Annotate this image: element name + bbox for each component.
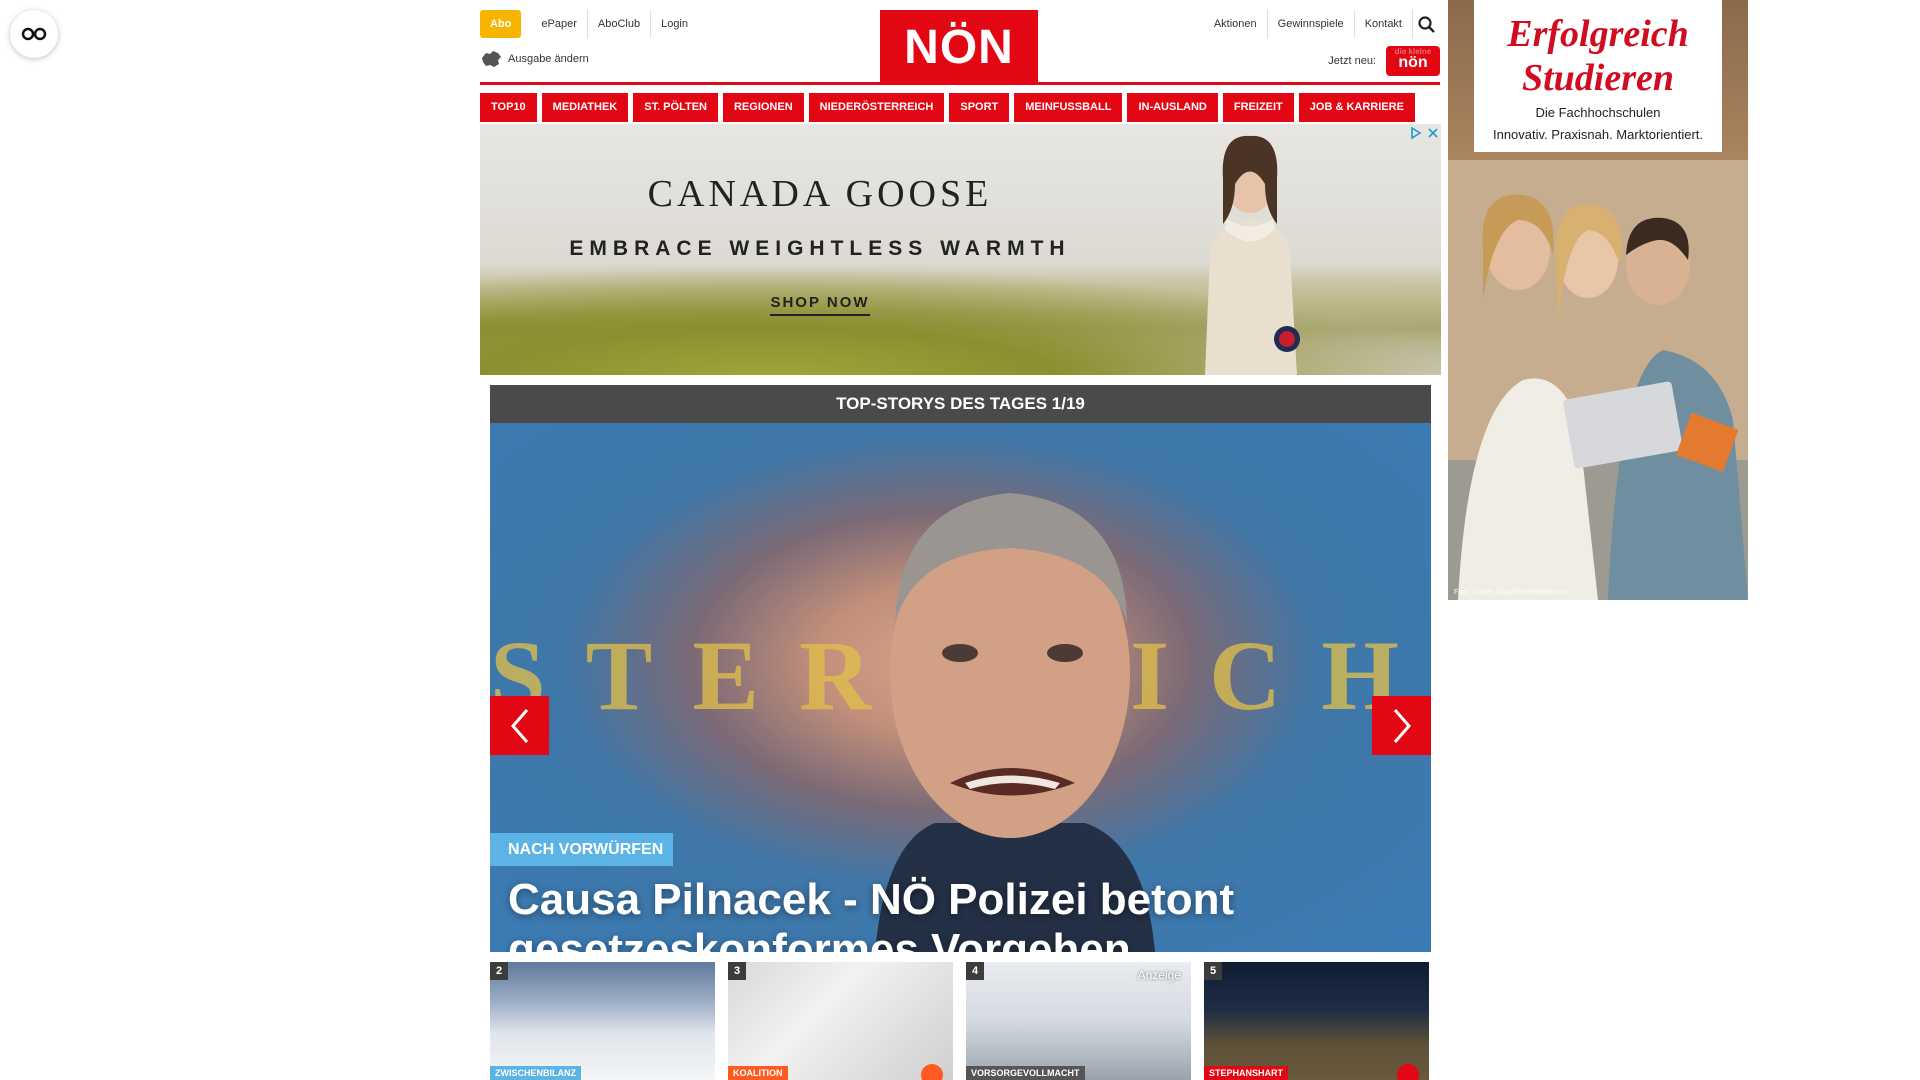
thumbnail-number: 5: [1204, 962, 1222, 980]
thumbnail-story-3[interactable]: 3 KOALITION: [728, 962, 953, 1080]
thumbnail-tag: KOALITION: [728, 1066, 788, 1080]
story-thumbnails: 2 ZWISCHENBILANZ 3 KOALITION 4 Anzeige V…: [490, 962, 1431, 1080]
login-link[interactable]: Login: [650, 10, 698, 38]
site-container: Abo ePaper AboClub Login Ausgabe ändern …: [480, 0, 1441, 1080]
play-icon: [1397, 1064, 1419, 1080]
ad-brand: CANADA GOOSE: [647, 173, 993, 215]
ad-info-icon[interactable]: [1409, 126, 1423, 140]
side-ad-title: Erfolgreich Studieren: [1507, 13, 1689, 99]
header-left: Abo ePaper AboClub Login: [480, 10, 698, 38]
close-icon[interactable]: [1427, 126, 1439, 140]
ad-students-image: [1448, 160, 1748, 600]
nav-item-mediathek[interactable]: MEDIATHEK: [541, 93, 629, 122]
thumbnail-tag: STEPHANSHART: [1204, 1066, 1289, 1080]
top-story-image[interactable]: STERREICH NACH VORWÜRFEN Causa Pilnacek …: [490, 423, 1431, 952]
thumbnail-number: 3: [728, 962, 746, 980]
ad-cta-label: SHOP NOW: [770, 294, 870, 316]
edition-label: Ausgabe ändern: [508, 53, 589, 65]
map-icon: [482, 51, 501, 67]
site-logo[interactable]: NÖN: [880, 10, 1038, 83]
side-ad-line-1: Die Fachhochschulen: [1535, 105, 1661, 120]
nav-item-top10[interactable]: TOP10: [480, 93, 537, 122]
side-ad-textbox: Erfolgreich Studieren Die Fachhochschule…: [1474, 0, 1722, 152]
aboclub-link[interactable]: AboClub: [586, 10, 650, 38]
kids-logo-text: nön: [1398, 54, 1428, 71]
glasses-icon[interactable]: [10, 10, 58, 58]
nav-item-niederoesterreich[interactable]: NIEDERÖSTERREICH: [808, 93, 945, 122]
thumbnail-tag: VORSORGEVOLLMACHT: [966, 1066, 1085, 1080]
search-icon[interactable]: [1412, 10, 1440, 38]
ad-tagline: EMBRACE WEIGHTLESS WARMTH: [569, 237, 1071, 260]
ad-banner[interactable]: CANADA GOOSE EMBRACE WEIGHTLESS WARMTH S…: [480, 124, 1441, 375]
carousel-next-button[interactable]: [1372, 696, 1431, 755]
nav-item-in-ausland[interactable]: IN-AUSLAND: [1127, 93, 1218, 122]
ad-controls: [1409, 126, 1439, 140]
nav-item-regionen[interactable]: REGIONEN: [722, 93, 804, 122]
top-stories-carousel: TOP-STORYS DES TAGES 1/19 STERREICH NACH…: [490, 385, 1431, 952]
side-ad-line-2: Innovativ. Praxisnah. Marktorientiert.: [1492, 127, 1703, 142]
story-category-label: NACH VORWÜRFEN: [490, 833, 674, 866]
ad-label: Anzeige: [1137, 968, 1181, 982]
ad-model-image: [1205, 135, 1300, 375]
thumbnail-number: 4: [966, 962, 984, 980]
kids-promo: Jetzt neu: die kleine nön: [1328, 46, 1440, 76]
header-right: Aktionen Gewinnspiele Kontakt: [1204, 10, 1440, 38]
chevron-right-icon: [1393, 708, 1411, 743]
edition-switch[interactable]: Ausgabe ändern: [480, 50, 589, 68]
nav-item-st-poelten[interactable]: ST. PÖLTEN: [633, 93, 718, 122]
nav-item-sport[interactable]: SPORT: [949, 93, 1010, 122]
carousel-header: TOP-STORYS DES TAGES 1/19: [490, 385, 1431, 423]
photo-credit: Foto: Drazen Zigic/Shutterstock.com: [1454, 589, 1568, 596]
ad-cta[interactable]: SHOP NOW: [480, 294, 1160, 316]
thumbnail-story-2[interactable]: 2 ZWISCHENBILANZ: [490, 962, 715, 1080]
thumbnail-story-4[interactable]: 4 Anzeige VORSORGEVOLLMACHT: [966, 962, 1191, 1080]
header: Abo ePaper AboClub Login Ausgabe ändern …: [480, 0, 1440, 84]
thumbnail-number: 2: [490, 962, 508, 980]
jetzt-label: Jetzt neu:: [1328, 55, 1376, 67]
kontakt-link[interactable]: Kontakt: [1353, 10, 1412, 38]
skyscraper-ad[interactable]: Erfolgreich Studieren Die Fachhochschule…: [1448, 0, 1748, 600]
thumbnail-tag: ZWISCHENBILANZ: [490, 1066, 581, 1080]
carousel-prev-button[interactable]: [490, 696, 549, 755]
epaper-link[interactable]: ePaper: [531, 10, 586, 38]
nav-item-job-karriere[interactable]: JOB & KARRIERE: [1298, 93, 1415, 122]
nav-item-freizeit[interactable]: FREIZEIT: [1222, 93, 1294, 122]
play-icon: [921, 1064, 943, 1080]
kids-logo-top: die kleine: [1394, 47, 1432, 56]
abo-button[interactable]: Abo: [480, 10, 522, 38]
story-headline[interactable]: Causa Pilnacek - NÖ Polizei betont geset…: [508, 875, 1408, 952]
thumbnail-story-5[interactable]: 5 STEPHANSHART: [1204, 962, 1429, 1080]
main-nav: TOP10 MEDIATHEK ST. PÖLTEN REGIONEN NIED…: [480, 82, 1440, 122]
kids-logo[interactable]: die kleine nön: [1386, 46, 1440, 76]
gewinnspiele-link[interactable]: Gewinnspiele: [1266, 10, 1354, 38]
chevron-left-icon: [510, 708, 528, 743]
nav-item-meinfussball[interactable]: MEINFUSSBALL: [1014, 93, 1123, 122]
aktionen-link[interactable]: Aktionen: [1204, 10, 1267, 38]
